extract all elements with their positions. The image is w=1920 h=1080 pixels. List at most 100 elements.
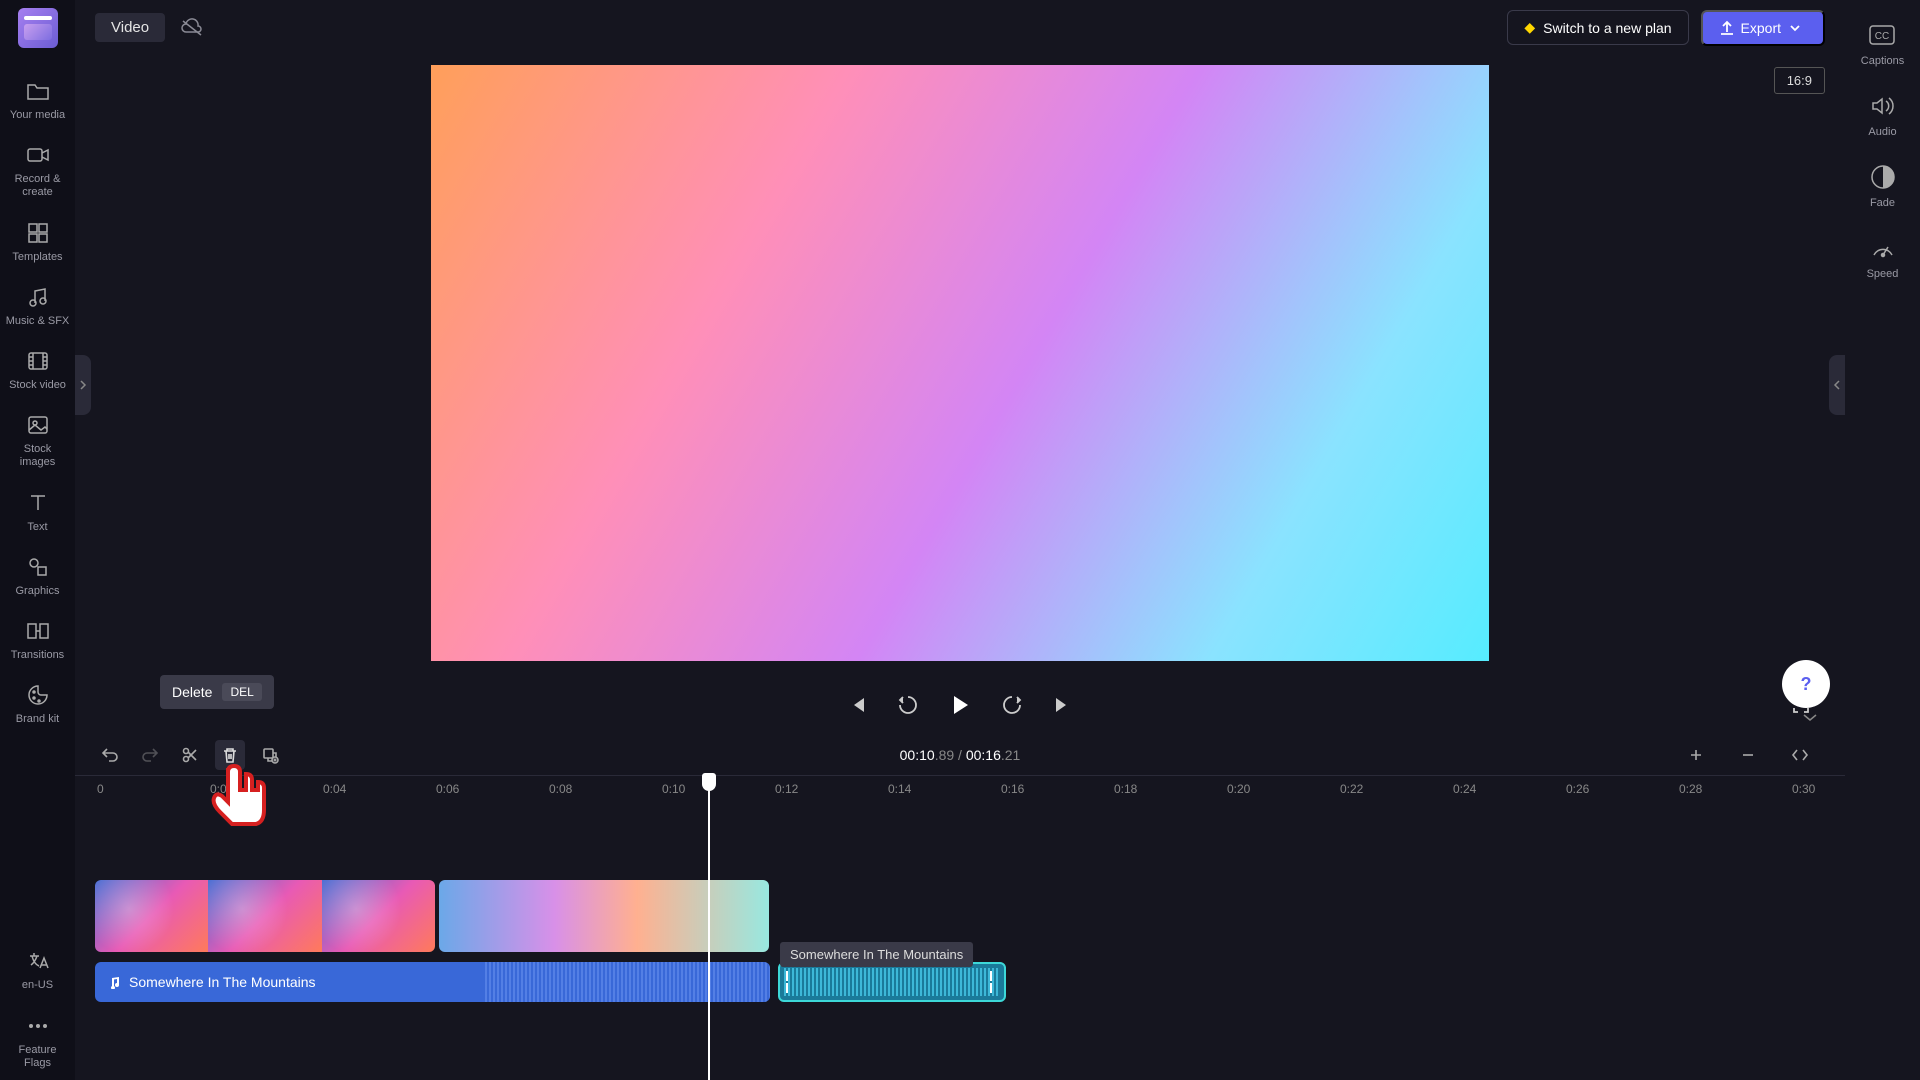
left-panel-expand[interactable]	[75, 355, 91, 415]
sidebar-item-feature-flags[interactable]: Feature Flags	[3, 1003, 73, 1080]
preview-canvas[interactable]	[431, 65, 1489, 661]
timeline-toolbar: 00:10.89 / 00:16.21	[75, 735, 1845, 775]
right-sidebar: CC Captions Audio Fade Speed	[1845, 0, 1920, 1080]
ruler-tick: 0:24	[1453, 782, 1476, 796]
sidebar-label: Brand kit	[16, 713, 59, 726]
sidebar-label: Transitions	[11, 649, 64, 662]
plan-button-label: Switch to a new plan	[1543, 20, 1671, 36]
ruler-tick: 0	[97, 782, 104, 796]
export-button-label: Export	[1741, 20, 1781, 36]
right-label: Audio	[1868, 126, 1896, 138]
ruler-tick: 0:06	[436, 782, 459, 796]
sidebar-label: en-US	[22, 979, 53, 992]
cloud-off-icon[interactable]	[180, 18, 204, 38]
audio-clip-title: Somewhere In The Mountains	[129, 974, 316, 990]
fit-timeline-button[interactable]	[1785, 740, 1815, 770]
ruler-tick: 0:28	[1679, 782, 1702, 796]
audio-track[interactable]: Somewhere In The Mountains	[75, 962, 1845, 1002]
playback-controls	[75, 680, 1845, 730]
video-clip-2[interactable]	[439, 880, 769, 952]
export-button[interactable]: Export	[1701, 10, 1825, 46]
play-button[interactable]	[944, 689, 976, 721]
right-item-speed[interactable]: Speed	[1862, 221, 1904, 292]
undo-button[interactable]	[95, 740, 125, 770]
skip-end-button[interactable]	[1048, 691, 1076, 719]
timeline-tracks: Somewhere In The Mountains	[75, 880, 1845, 1002]
sidebar-item-lang[interactable]: en-US	[3, 938, 73, 1002]
upload-icon	[1719, 20, 1735, 36]
video-clip-1[interactable]	[95, 880, 435, 952]
ruler-tick: 0:14	[888, 782, 911, 796]
aspect-ratio-button[interactable]: 16:9	[1774, 67, 1825, 94]
ruler-tick: 0:12	[775, 782, 798, 796]
audio-clip-1[interactable]: Somewhere In The Mountains	[95, 962, 770, 1002]
sidebar-label: Templates	[12, 251, 62, 264]
camera-icon	[25, 142, 51, 168]
sidebar-item-templates[interactable]: Templates	[3, 210, 73, 274]
chevron-down-icon	[1789, 24, 1807, 32]
help-chevron-icon	[1800, 712, 1820, 722]
right-panel-expand[interactable]	[1829, 355, 1845, 415]
zoom-out-button[interactable]	[1733, 740, 1763, 770]
image-icon	[25, 412, 51, 438]
sidebar-item-transitions[interactable]: Transitions	[3, 608, 73, 672]
tooltip-key: DEL	[222, 683, 261, 701]
speed-icon	[1868, 233, 1898, 263]
svg-text:CC: CC	[1875, 31, 1889, 42]
sidebar-label: Text	[27, 521, 47, 534]
project-name-input[interactable]: Video	[95, 13, 165, 42]
right-item-captions[interactable]: CC Captions	[1856, 8, 1909, 79]
sidebar-item-text[interactable]: Text	[3, 480, 73, 544]
palette-icon	[25, 682, 51, 708]
grid-icon	[25, 220, 51, 246]
right-item-audio[interactable]: Audio	[1863, 79, 1903, 150]
ruler-tick: 0:16	[1001, 782, 1024, 796]
clip-trim-handle-right[interactable]	[990, 971, 998, 993]
sidebar-label: Stock images	[5, 443, 71, 469]
sidebar-item-your-media[interactable]: Your media	[3, 68, 73, 132]
right-label: Speed	[1867, 268, 1899, 280]
music-note-icon	[107, 975, 121, 989]
playhead-handle[interactable]	[702, 773, 716, 791]
sidebar-item-music-sfx[interactable]: Music & SFX	[3, 274, 73, 338]
forward-button[interactable]	[998, 691, 1026, 719]
captions-icon: CC	[1867, 20, 1897, 50]
app-logo[interactable]	[18, 8, 58, 48]
ruler-tick: 0:08	[549, 782, 572, 796]
help-button[interactable]: ?	[1782, 660, 1830, 708]
sidebar-item-stock-images[interactable]: Stock images	[3, 402, 73, 479]
fade-icon	[1868, 162, 1898, 192]
sidebar-item-stock-video[interactable]: Stock video	[3, 338, 73, 402]
sidebar-item-graphics[interactable]: Graphics	[3, 544, 73, 608]
playhead[interactable]	[708, 775, 710, 1080]
ruler-tick: 0:26	[1566, 782, 1589, 796]
switch-plan-button[interactable]: ◆ Switch to a new plan	[1507, 10, 1688, 45]
redo-button[interactable]	[135, 740, 165, 770]
right-item-fade[interactable]: Fade	[1863, 150, 1903, 221]
sidebar-label: Stock video	[9, 379, 66, 392]
transition-icon	[25, 618, 51, 644]
ruler-tick: 0:30	[1792, 782, 1815, 796]
skip-start-button[interactable]	[844, 691, 872, 719]
rewind-button[interactable]	[894, 691, 922, 719]
split-button[interactable]	[175, 740, 205, 770]
ruler-tick: 0:18	[1114, 782, 1137, 796]
sidebar-item-brand-kit[interactable]: Brand kit	[3, 672, 73, 736]
film-icon	[25, 348, 51, 374]
ruler-tick: 0:20	[1227, 782, 1250, 796]
more-icon	[25, 1013, 51, 1039]
ruler-tick: 0:04	[323, 782, 346, 796]
tooltip-label: Delete	[172, 684, 212, 700]
audio-clip-2-selected[interactable]	[778, 962, 1006, 1002]
delete-tooltip: Delete DEL	[160, 675, 274, 709]
zoom-in-button[interactable]	[1681, 740, 1711, 770]
sidebar-item-record-create[interactable]: Record & create	[3, 132, 73, 209]
sidebar-label: Your media	[10, 109, 65, 122]
timeline-ruler[interactable]: 0 0:02 0:04 0:06 0:08 0:10 0:12 0:14 0:1…	[75, 775, 1845, 805]
clip-trim-handle-left[interactable]	[786, 971, 794, 993]
diamond-icon: ◆	[1524, 19, 1535, 36]
left-sidebar: Your media Record & create Templates Mus…	[0, 0, 75, 1080]
ruler-tick: 0:10	[662, 782, 685, 796]
sidebar-label: Music & SFX	[6, 315, 70, 328]
right-label: Fade	[1870, 197, 1895, 209]
